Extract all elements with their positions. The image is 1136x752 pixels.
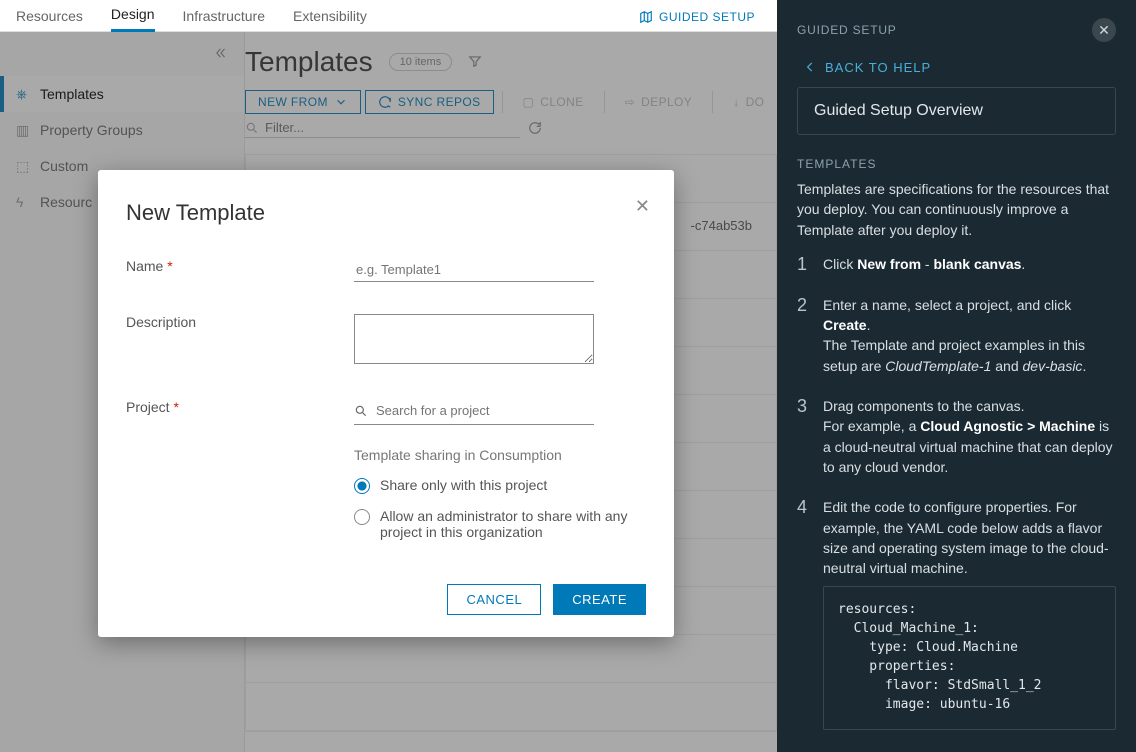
- panel-title: GUIDED SETUP: [797, 23, 897, 37]
- step-1: 1 Click New from - blank canvas.: [797, 254, 1116, 275]
- step-2: 2 Enter a name, select a project, and cl…: [797, 295, 1116, 376]
- tab-resources[interactable]: Resources: [16, 8, 83, 31]
- description-input[interactable]: [354, 314, 594, 364]
- new-template-modal: New Template ✕ Name * Description Projec…: [98, 170, 674, 637]
- sharing-heading: Template sharing in Consumption: [354, 447, 646, 463]
- tab-design[interactable]: Design: [111, 6, 155, 32]
- guided-setup-panel: GUIDED SETUP ✕ BACK TO HELP Guided Setup…: [777, 0, 1136, 752]
- radio-unselected-icon: [354, 509, 370, 525]
- guided-setup-link[interactable]: GUIDED SETUP: [639, 10, 755, 31]
- cancel-button[interactable]: CANCEL: [447, 584, 541, 615]
- project-label: Project *: [126, 399, 354, 415]
- name-input[interactable]: [354, 258, 594, 282]
- name-label: Name *: [126, 258, 354, 274]
- tab-extensibility[interactable]: Extensibility: [293, 8, 367, 31]
- guided-setup-label: GUIDED SETUP: [659, 10, 755, 24]
- search-icon: [354, 404, 368, 418]
- top-tabs: Resources Design Infrastructure Extensib…: [0, 0, 777, 32]
- project-search[interactable]: [354, 399, 594, 425]
- description-label: Description: [126, 314, 354, 330]
- tab-infrastructure[interactable]: Infrastructure: [183, 8, 265, 31]
- chevron-left-icon: [803, 60, 817, 74]
- modal-title: New Template: [126, 200, 646, 226]
- step-4: 4 Edit the code to configure properties.…: [797, 497, 1116, 729]
- radio-label: Allow an administrator to share with any…: [380, 508, 646, 540]
- radio-label: Share only with this project: [380, 477, 547, 493]
- project-input[interactable]: [374, 399, 594, 422]
- close-icon[interactable]: ✕: [635, 196, 650, 217]
- create-button[interactable]: CREATE: [553, 584, 646, 615]
- panel-close-icon[interactable]: ✕: [1092, 18, 1116, 42]
- overview-card[interactable]: Guided Setup Overview: [797, 87, 1116, 135]
- yaml-code-block: resources: Cloud_Machine_1: type: Cloud.…: [823, 586, 1116, 729]
- share-option-project[interactable]: Share only with this project: [354, 477, 646, 494]
- share-option-org[interactable]: Allow an administrator to share with any…: [354, 508, 646, 540]
- panel-section-title: TEMPLATES: [797, 157, 1116, 171]
- step-3: 3 Drag components to the canvas.For exam…: [797, 396, 1116, 477]
- map-icon: [639, 10, 653, 24]
- panel-intro: Templates are specifications for the res…: [797, 179, 1116, 240]
- radio-selected-icon: [354, 478, 370, 494]
- back-to-help-link[interactable]: BACK TO HELP: [803, 60, 1116, 75]
